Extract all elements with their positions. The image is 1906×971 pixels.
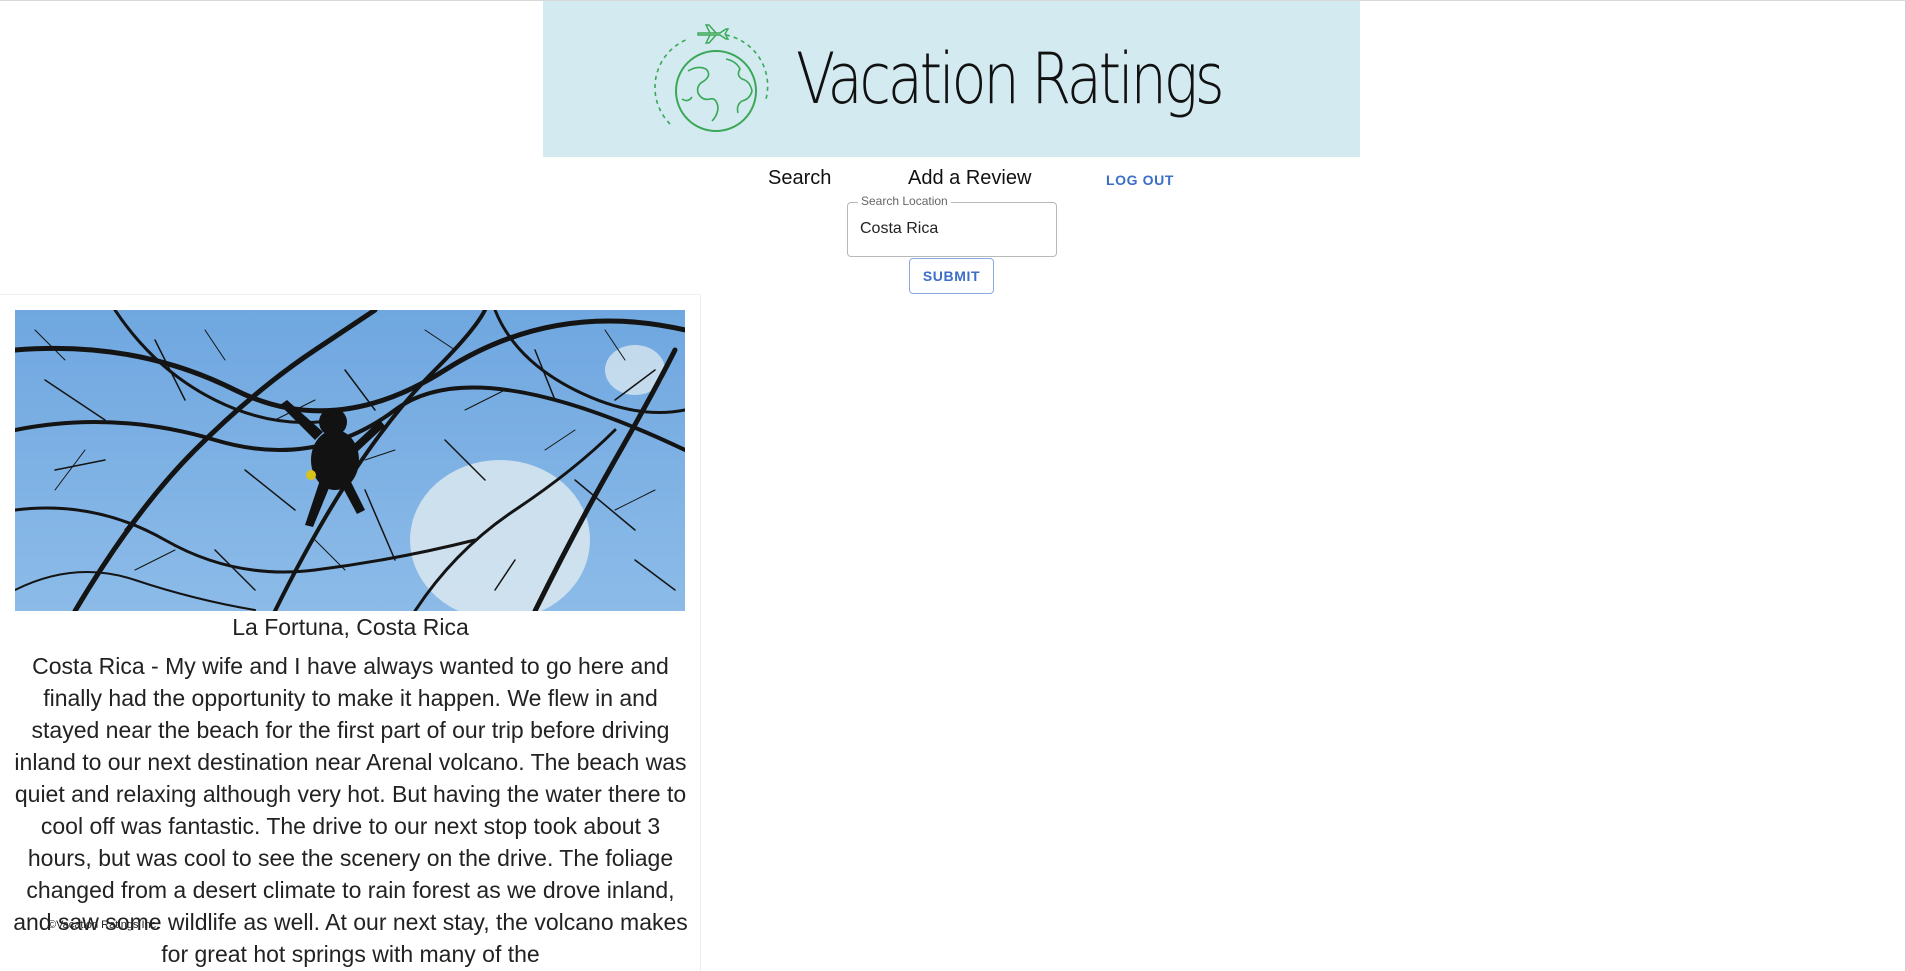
monkey-in-tree-image <box>15 310 685 611</box>
brand-title: Vacation Ratings <box>796 38 1225 120</box>
logout-button[interactable]: LOG OUT <box>1106 172 1174 188</box>
submit-button[interactable]: SUBMIT <box>909 258 994 294</box>
globe-airplane-icon <box>654 24 769 132</box>
main-nav: Search Add a Review LOG OUT <box>0 167 1906 193</box>
nav-search-link[interactable]: Search <box>768 167 831 190</box>
header-banner: Vacation Ratings <box>543 1 1360 157</box>
search-location-field: Search Location <box>847 194 1057 257</box>
nav-add-review-link[interactable]: Add a Review <box>908 167 1031 190</box>
search-location-label: Search Location <box>858 194 951 208</box>
page: Vacation Ratings Search Add a Review LOG… <box>0 0 1906 971</box>
review-photo <box>15 310 685 611</box>
search-location-input[interactable] <box>860 220 1040 238</box>
review-card: La Fortuna, Costa Rica Costa Rica - My w… <box>0 294 701 971</box>
review-location-title: La Fortuna, Costa Rica <box>232 614 469 640</box>
footer-copyright: ©Vacation Ratings Inc. <box>48 919 160 931</box>
